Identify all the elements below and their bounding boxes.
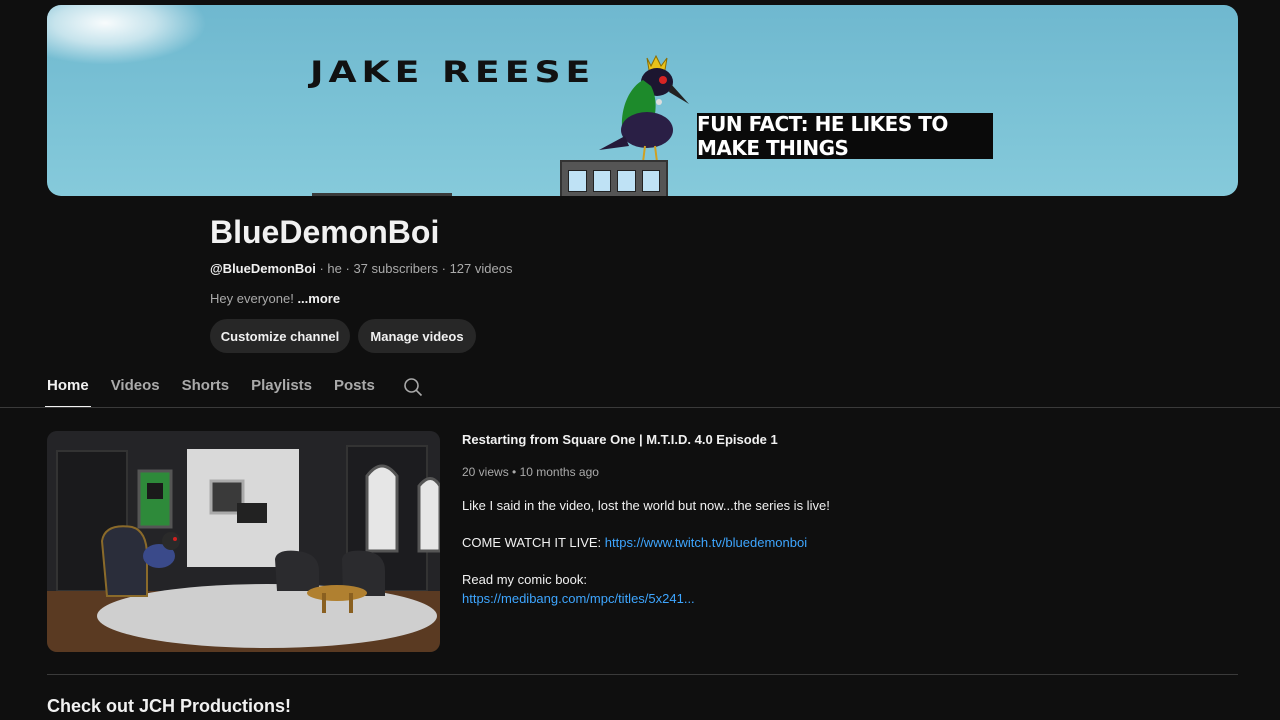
customize-channel-button[interactable]: Customize channel: [210, 319, 350, 353]
search-icon[interactable]: [403, 377, 423, 397]
featured-video-title[interactable]: Restarting from Square One | M.T.I.D. 4.…: [462, 432, 778, 447]
channel-name: BlueDemonBoi: [210, 214, 440, 250]
room-thumbnail-image: [47, 431, 440, 652]
channel-banner: JAKE REESE FUN FACT: HE LIKES TO MAKE TH…: [47, 5, 1238, 196]
section-divider: [47, 674, 1238, 675]
banner-fun-fact: FUN FACT: HE LIKES TO MAKE THINGS: [697, 112, 993, 160]
view-count: 20 views: [462, 465, 509, 479]
video-count: 127 videos: [449, 261, 513, 276]
tab-home[interactable]: Home: [45, 370, 91, 408]
banner-ledge: [312, 193, 452, 196]
desc-comic: Read my comic book: https://medibang.com/…: [462, 572, 695, 606]
tabs-divider: [0, 407, 1280, 408]
twitch-link[interactable]: https://www.twitch.tv/bluedemonboi: [605, 535, 807, 550]
upload-age: 10 months ago: [519, 465, 599, 479]
crow-mascot-icon: [599, 54, 689, 163]
banner-title: JAKE REESE: [310, 55, 596, 89]
desc-line: Like I said in the video, lost the world…: [462, 498, 830, 513]
tab-posts[interactable]: Posts: [334, 370, 375, 408]
featured-video-thumbnail[interactable]: [47, 431, 440, 652]
banner-cloud: [47, 5, 207, 65]
banner-building: [560, 160, 668, 196]
featured-video-stats: 20 views • 10 months ago: [462, 465, 599, 479]
channel-meta: @BlueDemonBoi · he · 37 subscribers · 12…: [210, 261, 513, 276]
section-title: Check out JCH Productions!: [47, 696, 292, 716]
channel-handle: @BlueDemonBoi: [210, 261, 316, 276]
comic-link[interactable]: https://medibang.com/mpc/titles/5x241...: [462, 591, 695, 606]
channel-description[interactable]: Hey everyone! ...more: [210, 291, 340, 306]
channel-pronouns: he: [327, 261, 342, 276]
tab-videos[interactable]: Videos: [111, 370, 160, 408]
featured-video-description: Like I said in the video, lost the world…: [462, 497, 830, 627]
tab-shorts[interactable]: Shorts: [182, 370, 230, 408]
subscriber-count: 37 subscribers: [353, 261, 438, 276]
more-link[interactable]: ...more: [297, 291, 340, 306]
desc-live: COME WATCH IT LIVE: https://www.twitch.t…: [462, 535, 808, 550]
manage-videos-button[interactable]: Manage videos: [358, 319, 476, 353]
tab-playlists[interactable]: Playlists: [251, 370, 312, 408]
channel-tabs: Home Videos Shorts Playlists Posts: [45, 370, 397, 408]
